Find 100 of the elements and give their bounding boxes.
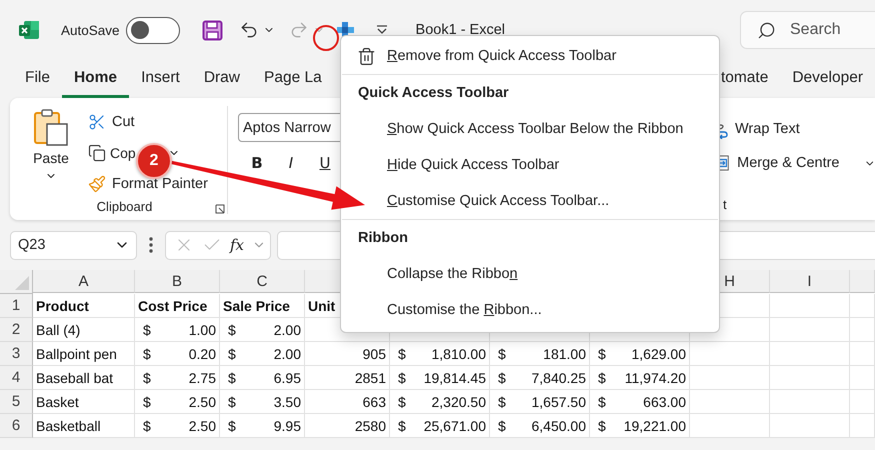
currency-symbol: $ [143,322,151,338]
table-cell: 663 [305,390,390,414]
more-options-icon[interactable] [149,237,153,253]
currency-symbol: $ [228,346,236,362]
customize-caret-icon[interactable] [376,24,388,36]
column-header[interactable]: B [135,270,220,293]
empty-cell [850,342,875,366]
table-cell: 1,657.50 [532,394,586,410]
currency-symbol: $ [143,370,151,386]
row-header[interactable]: 2 [0,318,33,342]
copy-icon [88,144,106,162]
table-cell: 181.00 [543,346,586,362]
highlight-circle [313,25,339,51]
menu-item[interactable]: Hide Quick Access Toolbar [387,157,560,173]
table-cell: 3.50 [274,394,301,410]
currency-symbol: $ [228,370,236,386]
table-cell: 2.75 [188,370,216,386]
ribbon-tab[interactable]: Page La [252,60,334,98]
row-header[interactable]: 6 [0,414,33,438]
currency-symbol: $ [398,394,406,410]
row-header[interactable]: 4 [0,366,33,390]
table-cell: 2580 [305,414,390,438]
table-cell: 25,671.00 [424,418,486,434]
table-cell: 905 [305,342,390,366]
table-cell: Ballpoint pen [33,342,135,366]
table-cell: Ball (4) [33,318,135,342]
undo-icon[interactable] [238,20,259,40]
table-cell: Cost Price [135,294,220,318]
underline-button[interactable]: U [314,154,336,172]
insert-function-button[interactable]: fx [230,236,244,254]
table-cell: 19,814.45 [424,370,486,386]
save-icon[interactable] [202,20,223,40]
paintbrush-icon [88,174,106,192]
group-label: t [723,196,727,212]
menu-item[interactable]: Show Quick Access Toolbar Below the Ribbon [387,121,684,137]
group-label: Clipboard [96,199,152,214]
copy-button[interactable]: Cop [88,137,136,168]
table-cell: 6,450.00 [532,418,586,434]
table-cell: 2.50 [188,394,216,410]
table-cell: Basket [33,390,135,414]
empty-cell [850,294,875,318]
currency-symbol: $ [498,418,506,434]
search-field[interactable]: Search [740,11,875,49]
table-cell: 7,840.25 [532,370,586,386]
column-header[interactable]: I [770,270,850,293]
trash-icon [357,46,376,66]
menu-item[interactable]: Collapse the Ribbon [387,266,518,282]
excel-logo-icon[interactable] [18,19,40,41]
menu-section-title: Ribbon [358,230,408,246]
column-header[interactable]: A [33,270,135,293]
row-header[interactable]: 1 [0,294,33,318]
table-cell: 663.00 [643,394,686,410]
currency-symbol: $ [228,322,236,338]
table-cell: 2851 [305,366,390,390]
currency-symbol: $ [598,346,606,362]
ribbon-tab[interactable]: Developer [780,60,875,98]
italic-button[interactable]: I [280,154,302,172]
currency-symbol: $ [228,394,236,410]
currency-symbol: $ [598,418,606,434]
currency-symbol: $ [228,418,236,434]
clipboard-icon[interactable] [33,108,69,146]
currency-symbol: $ [398,418,406,434]
table-cell: 1.00 [188,322,216,338]
autosave-label: AutoSave [61,22,120,38]
table-cell: 6.95 [274,370,301,386]
ribbon-tab[interactable]: File [13,60,62,98]
table-cell: Basketball [33,414,135,438]
currency-symbol: $ [143,394,151,410]
ribbon-tab[interactable]: Insert [129,60,192,98]
currency-symbol: $ [598,394,606,410]
window-title: Book1 - Excel [416,22,506,38]
search-icon [757,20,776,40]
menu-item[interactable]: Remove from Quick Access Toolbar [387,48,616,64]
table-cell: 0.20 [188,346,216,362]
row-header[interactable]: 5 [0,390,33,414]
currency-symbol: $ [598,370,606,386]
table-cell: 2.00 [274,346,301,362]
table-cell: Baseball bat [33,366,135,390]
empty-cell [850,366,875,390]
menu-item[interactable]: Customise Quick Access Toolbar... [387,193,610,209]
empty-cell [850,318,875,342]
column-header[interactable]: C [220,270,305,293]
name-box[interactable]: Q23 [10,230,137,260]
empty-cell [850,390,875,414]
table-cell: Product [33,294,135,318]
bold-button[interactable]: B [246,154,268,172]
menu-item[interactable]: Customise the Ribbon... [387,302,542,318]
scissors-icon [88,112,106,130]
cut-button[interactable]: Cut [88,106,208,137]
autosave-toggle[interactable] [126,16,180,44]
table-cell: 2,320.50 [432,394,486,410]
currency-symbol: $ [398,370,406,386]
ribbon-tab[interactable]: Draw [192,60,252,98]
menu-section-title: Quick Access Toolbar [358,85,509,101]
row-header[interactable]: 3 [0,342,33,366]
currency-symbol: $ [498,346,506,362]
currency-symbol: $ [498,394,506,410]
table-cell: 1,629.00 [632,346,686,362]
paste-button[interactable]: Paste [22,106,80,199]
dialog-launcher-icon[interactable] [215,204,225,214]
